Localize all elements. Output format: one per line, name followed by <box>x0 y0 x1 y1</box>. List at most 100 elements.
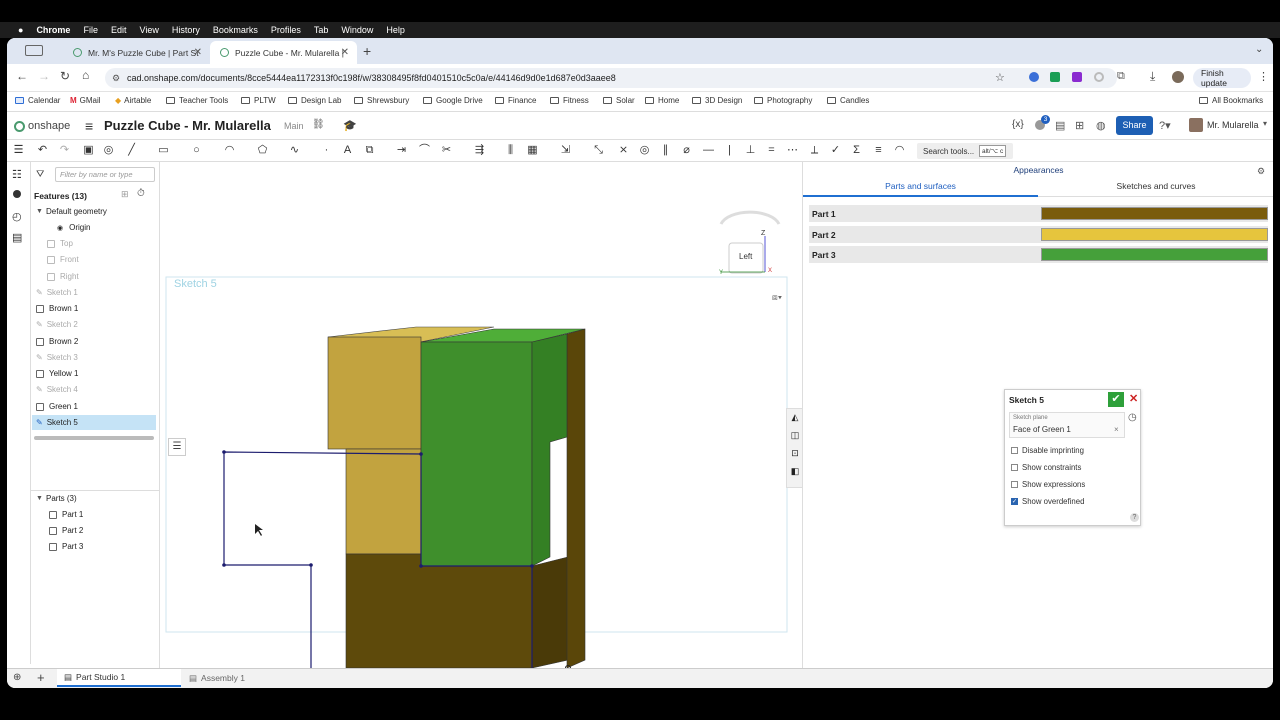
insert-icon[interactable]: ⊕ <box>13 672 21 683</box>
reload-icon[interactable]: ↻ <box>60 69 70 83</box>
cancel-x-button[interactable]: ✕ <box>1129 392 1138 405</box>
checkbox-box[interactable] <box>1011 464 1018 471</box>
user-avatar[interactable] <box>1189 118 1203 132</box>
rollback-bar[interactable] <box>34 436 154 440</box>
url-field[interactable]: ⚙ cad.onshape.com/documents/8cce5444ea11… <box>105 68 1117 88</box>
menu-window[interactable]: Window <box>341 25 373 35</box>
feature-sketch-2[interactable]: ✎ Sketch 2 <box>36 320 78 329</box>
checkbox-box-checked[interactable]: ✓ <box>1011 498 1018 505</box>
default-geometry-folder[interactable]: Default geometry <box>46 207 107 216</box>
checkbox-box[interactable] <box>1011 481 1018 488</box>
share-button[interactable]: Share <box>1116 116 1153 135</box>
appearance-row-part-1[interactable]: Part 1 <box>809 205 1268 222</box>
feature-front-plane[interactable]: Front <box>47 255 79 264</box>
globe-icon[interactable]: ◍ <box>1096 119 1106 132</box>
all-bookmarks[interactable]: All Bookmarks <box>1199 96 1263 105</box>
bookmark-fitness[interactable]: Fitness <box>550 96 589 105</box>
feature-sketch-5[interactable]: ✎ Sketch 5 <box>36 418 78 427</box>
section-view-icon[interactable]: ◫ <box>787 430 803 441</box>
extensions-puzzle-icon[interactable]: ⧉ <box>1117 70 1125 83</box>
link-icon[interactable]: ⛓ <box>312 119 325 130</box>
chrome-menu-icon[interactable]: ⋮ <box>1258 70 1269 83</box>
feature-top-plane[interactable]: Top <box>47 239 73 248</box>
view-cube-face-label[interactable]: Left <box>739 252 752 261</box>
menu-profiles[interactable]: Profiles <box>271 25 301 35</box>
show-overdefined-checkbox[interactable]: ✓ Show overdefined <box>1011 497 1084 506</box>
measure-icon[interactable]: ⊡ <box>787 448 803 459</box>
filter-icon[interactable]: ⛛ <box>36 169 44 180</box>
model-canvas[interactable] <box>161 162 799 679</box>
bookmark-star-icon[interactable]: ☆ <box>995 71 1005 84</box>
site-info-icon[interactable]: ⚙ <box>112 73 120 84</box>
undo-icon[interactable]: ↶ <box>36 144 49 157</box>
feature-tree-icon[interactable]: ☷ <box>12 168 22 181</box>
menu-app-name[interactable]: Chrome <box>36 25 70 35</box>
bookmark-3d-design[interactable]: 3D Design <box>692 96 742 105</box>
view-options-icon[interactable]: ⧈▾ <box>772 292 782 303</box>
tab-puzzle-cube-1[interactable]: Mr. M's Puzzle Cube | Part St ✕ <box>63 41 210 64</box>
bookmark-photography[interactable]: Photography <box>754 96 812 105</box>
tab-search-icon[interactable] <box>25 45 43 56</box>
finish-update-button[interactable]: Finish update <box>1193 68 1251 88</box>
download-icon[interactable]: ⤓ <box>1150 69 1155 84</box>
menu-view[interactable]: View <box>139 25 158 35</box>
bookmark-shrewsbury[interactable]: Shrewsbury <box>354 96 409 105</box>
menu-tab[interactable]: Tab <box>314 25 329 35</box>
bookmark-home[interactable]: Home <box>645 96 679 105</box>
help-icon[interactable]: ?▾ <box>1159 119 1171 132</box>
bookmark-design-lab[interactable]: Design Lab <box>288 96 341 105</box>
circle-tool-icon[interactable]: ○ <box>190 144 203 157</box>
bookmark-solar[interactable]: Solar <box>603 96 635 105</box>
transform-tool-icon[interactable]: ⇲ <box>559 144 572 157</box>
close-tab-icon[interactable]: ✕ <box>194 47 202 58</box>
menu-bookmarks[interactable]: Bookmarks <box>213 25 258 35</box>
search-tools-input[interactable]: Search tools... alt/⌥ c <box>917 143 1013 159</box>
extension-2-icon[interactable] <box>1050 72 1060 82</box>
trim-tool-icon[interactable]: ✂ <box>440 144 453 157</box>
pierce-icon[interactable]: ✓ <box>829 144 842 157</box>
equal-icon[interactable]: = <box>765 144 778 157</box>
extension-3-icon[interactable] <box>1072 72 1082 82</box>
spline-tool-icon[interactable]: ∿ <box>288 144 301 157</box>
symmetric-icon[interactable]: Σ <box>850 144 863 157</box>
add-folder-icon[interactable]: ⊞ <box>121 189 129 200</box>
polygon-tool-icon[interactable]: ⬠ <box>256 144 269 157</box>
menu-history[interactable]: History <box>172 25 200 35</box>
feature-sketch-3[interactable]: ✎ Sketch 3 <box>36 353 78 362</box>
user-name[interactable]: Mr. Mularella <box>1207 120 1259 130</box>
tab-puzzle-cube-active[interactable]: Puzzle Cube - Mr. Mularella | ✕ <box>210 41 357 64</box>
construction-tool-icon[interactable]: ⇥ <box>395 144 408 157</box>
new-tab-icon[interactable]: + <box>363 43 371 59</box>
show-constraints-checkbox[interactable]: Show constraints <box>1011 463 1081 472</box>
tab-parts-and-surfaces[interactable]: Parts and surfaces <box>803 181 1038 197</box>
user-menu-chevron-icon[interactable]: ▾ <box>1263 119 1267 128</box>
feature-yellow-1[interactable]: Yellow 1 <box>36 369 79 378</box>
view-normal-icon[interactable]: ◭ <box>787 412 803 423</box>
menu-help[interactable]: Help <box>386 25 405 35</box>
color-swatch[interactable] <box>1041 207 1268 220</box>
dialog-help-icon[interactable]: ? <box>1130 513 1139 522</box>
education-cap-icon[interactable]: 🎓 <box>343 119 357 132</box>
bookmark-candles[interactable]: Candles <box>827 96 869 105</box>
use-tool-icon[interactable]: ⧉ <box>363 144 376 157</box>
part-list-item[interactable]: Part 3 <box>49 542 83 551</box>
parallel-icon[interactable]: ∥ <box>659 144 672 157</box>
bookmark-pltw[interactable]: PLTW <box>241 96 276 105</box>
collapse-chevron-icon[interactable]: ▼ <box>36 208 43 215</box>
horizontal-icon[interactable]: — <box>702 144 715 157</box>
appearance-settings-icon[interactable]: ⚙ <box>1257 166 1265 177</box>
feature-brown-2[interactable]: Brown 2 <box>36 337 78 346</box>
bookmark-gmail[interactable]: M GMail <box>70 96 101 105</box>
accept-check-button[interactable]: ✔ <box>1108 392 1124 407</box>
branch-label[interactable]: Main <box>284 121 304 131</box>
tab-assembly-1[interactable]: ▤ Assembly 1 <box>183 669 305 687</box>
3d-viewport[interactable]: Sketch 5 Left Z X Y ⧈▾ ☰ ◭ ◫ ⊡ ◧ ⊟ ⊖ ⊞ <box>161 162 804 679</box>
add-tab-icon[interactable]: + <box>37 670 45 685</box>
onshape-logo-text[interactable]: onshape <box>28 120 70 132</box>
history-icon[interactable]: ◴ <box>12 210 22 223</box>
extension-4-icon[interactable] <box>1094 72 1104 82</box>
apple-icon[interactable]: ● <box>18 25 23 35</box>
bookmark-teacher-tools[interactable]: Teacher Tools <box>166 96 228 105</box>
bookmark-finance[interactable]: Finance <box>495 96 536 105</box>
disable-imprinting-checkbox[interactable]: Disable imprinting <box>1011 446 1084 455</box>
